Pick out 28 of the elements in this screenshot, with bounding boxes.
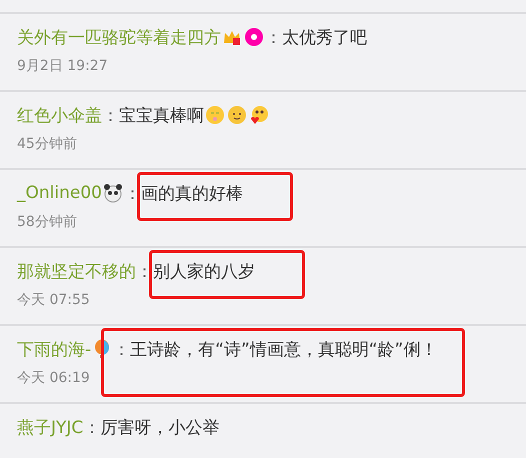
timestamp: 今天 07:55 [17, 291, 91, 309]
comment-text: 画的真的好棒 [140, 182, 243, 204]
timestamp: 45分钟前 [17, 135, 78, 153]
comment-text: 王诗龄，有“诗”情画意，真聪明“龄”俐！ [130, 338, 438, 360]
comment-text: 厉害呀，小公举 [100, 416, 220, 438]
comment-text: 太优秀了吧 [282, 26, 367, 48]
colon: ： [124, 182, 141, 204]
panda-icon [102, 183, 123, 203]
username[interactable]: 下雨的海- [17, 338, 92, 360]
colon: ： [113, 338, 130, 360]
emoji-icon [249, 105, 269, 125]
timestamp: 9月2日 19:27 [17, 57, 109, 75]
username[interactable]: 燕子JYJC [17, 416, 84, 438]
timestamp: 58分钟前 [17, 213, 78, 231]
donut-icon [244, 27, 264, 47]
username[interactable]: _Online00 [17, 183, 102, 203]
colon: ： [102, 104, 119, 126]
colon: ： [265, 26, 282, 48]
emoji-icon [227, 105, 247, 125]
emoji-icon [205, 105, 225, 125]
comment-text: 别人家的八岁 [153, 260, 255, 282]
username[interactable]: 那就坚定不移的 [17, 260, 136, 282]
comment-text: 宝宝真棒啊 [119, 104, 204, 126]
timestamp: 今天 06:19 [17, 369, 91, 387]
username[interactable]: 关外有一匹骆驼等着走四方 [17, 26, 221, 48]
colon: ： [83, 416, 100, 438]
colon: ： [136, 260, 153, 282]
username[interactable]: 红色小伞盖 [17, 104, 102, 126]
